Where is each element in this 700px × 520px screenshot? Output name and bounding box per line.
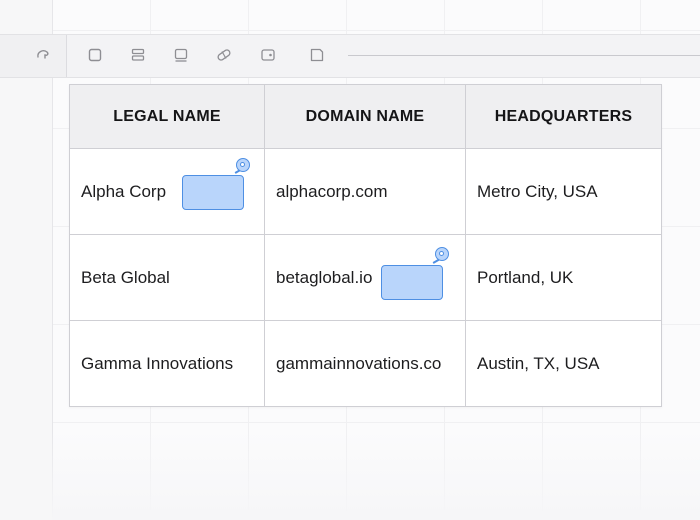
lasso-icon[interactable] xyxy=(31,44,55,66)
frame-icon[interactable] xyxy=(305,44,329,66)
toolbar xyxy=(0,34,700,78)
left-rail xyxy=(0,0,53,520)
tag-icon[interactable] xyxy=(256,44,280,66)
table-cell[interactable]: Austin, TX, USA xyxy=(465,320,662,407)
table-cell[interactable]: Portland, UK xyxy=(465,234,662,321)
cell-text: Gamma Innovations xyxy=(81,353,234,373)
table-cell[interactable]: Gamma Innovations xyxy=(69,320,265,407)
pill-icon[interactable] xyxy=(212,44,236,66)
annotation-handle[interactable] xyxy=(435,247,449,261)
table-cell[interactable]: gammainnovations.co xyxy=(264,320,466,407)
table-cell[interactable]: Metro City, USA xyxy=(465,148,662,235)
table-cell[interactable]: Beta Global xyxy=(69,234,265,321)
cell-text: Beta Global xyxy=(81,267,170,287)
header-domain-name[interactable]: DOMAIN NAME xyxy=(264,84,466,149)
cell-text: Alpha Corp xyxy=(81,181,167,201)
bottom-fade xyxy=(52,430,700,520)
header-headquarters[interactable]: HEADQUARTERS xyxy=(465,84,662,149)
table-row: Beta Global betaglobal.io Portland, UK xyxy=(69,234,662,321)
inbox-icon[interactable] xyxy=(169,44,193,66)
cell-text: Portland, UK xyxy=(477,267,574,287)
cell-text: alphacorp.com xyxy=(276,181,388,201)
table-row: Gamma Innovations gammainnovations.co Au… xyxy=(69,320,662,407)
annotation-chip[interactable] xyxy=(182,175,244,210)
company-table: LEGAL NAME DOMAIN NAME HEADQUARTERS Alph… xyxy=(69,84,662,407)
cell-text: Austin, TX, USA xyxy=(477,353,600,373)
cell-text: Metro City, USA xyxy=(477,181,598,201)
table-row: Alpha Corp alphacorp.com Metro City, USA xyxy=(69,148,662,235)
stack-icon[interactable] xyxy=(126,44,150,66)
cell-text: gammainnovations.co xyxy=(276,353,442,373)
annotation-handle[interactable] xyxy=(236,158,250,172)
table-header-row: LEGAL NAME DOMAIN NAME HEADQUARTERS xyxy=(69,84,662,149)
annotation-chip[interactable] xyxy=(381,265,443,300)
header-legal-name[interactable]: LEGAL NAME xyxy=(69,84,265,149)
toolbar-divider-line xyxy=(348,55,700,56)
cell-text: betaglobal.io xyxy=(276,267,373,287)
square-icon[interactable] xyxy=(83,44,107,66)
toolbar-left-panel xyxy=(0,35,67,77)
table-cell[interactable]: alphacorp.com xyxy=(264,148,466,235)
